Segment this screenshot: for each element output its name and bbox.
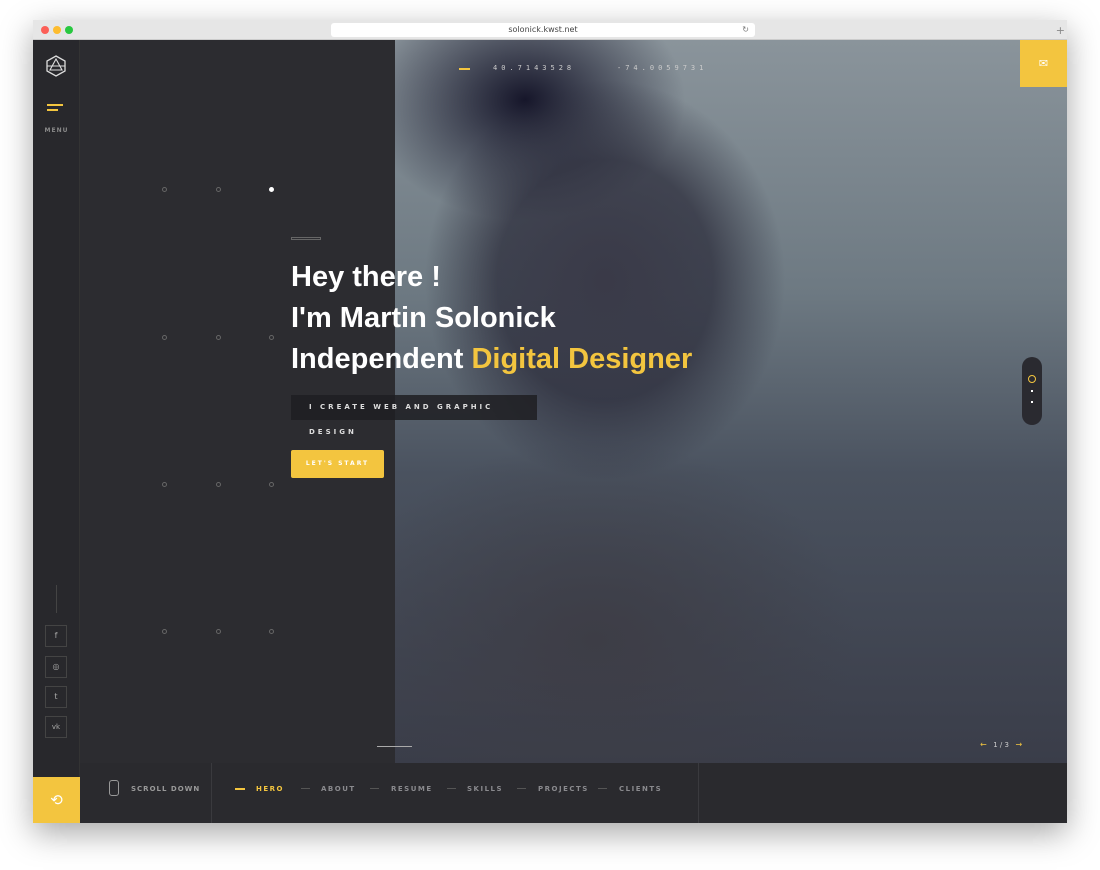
- grid-dot: [269, 335, 274, 340]
- address-bar[interactable]: solonick.kwst.net ↻: [331, 23, 755, 37]
- hero-line-1: Hey there !: [291, 261, 441, 293]
- browser-chrome: solonick.kwst.net ↻ +: [33, 20, 1067, 40]
- bottom-bar: SCROLL DOWN HERO ABOUT RESUME SKILLS PRO…: [80, 763, 1067, 823]
- scroll-down[interactable]: SCROLL DOWN: [80, 763, 212, 823]
- slide-dot[interactable]: [1031, 390, 1033, 392]
- lets-start-button[interactable]: LET'S START: [291, 450, 384, 478]
- nav-hero[interactable]: HERO: [256, 785, 284, 793]
- grid-dot: [269, 187, 274, 192]
- share-button[interactable]: ⟲: [33, 777, 80, 823]
- grid-dot: [216, 629, 221, 634]
- hero-subtitle: I CREATE WEB AND GRAPHIC DESIGN: [291, 395, 537, 436]
- sidebar: MENU f ◎ t vk ⟲: [33, 40, 80, 823]
- new-tab-icon[interactable]: +: [1056, 24, 1065, 37]
- hero-line-3: Independent: [291, 343, 472, 375]
- scroll-down-label: SCROLL DOWN: [131, 785, 201, 793]
- minimize-icon[interactable]: [53, 26, 61, 34]
- divider: [56, 585, 57, 613]
- logo-icon[interactable]: [46, 55, 66, 77]
- menu-label: MENU: [44, 127, 69, 134]
- hero-line-2: I'm Martin Solonick: [291, 302, 556, 334]
- contact-button[interactable]: ✉: [1020, 40, 1067, 87]
- close-icon[interactable]: [41, 26, 49, 34]
- divider: [698, 763, 699, 823]
- nav-clients[interactable]: CLIENTS: [619, 785, 662, 793]
- reload-icon[interactable]: ↻: [742, 23, 749, 37]
- browser-window: solonick.kwst.net ↻ + MENU f ◎ t vk ⟲ 40.…: [33, 20, 1067, 823]
- instagram-icon[interactable]: ◎: [45, 656, 67, 678]
- url-text: solonick.kwst.net: [508, 25, 578, 34]
- latitude: 40.7143528: [493, 64, 576, 72]
- mouse-icon: [109, 780, 119, 796]
- nav-resume[interactable]: RESUME: [391, 785, 433, 793]
- grid-dot: [269, 629, 274, 634]
- grid-dot: [216, 335, 221, 340]
- menu-button[interactable]: [47, 104, 63, 111]
- hero-accent: Digital Designer: [471, 343, 693, 375]
- hamburger-icon: [47, 104, 63, 106]
- grid-dot: [216, 482, 221, 487]
- slide-dot-active[interactable]: [1028, 375, 1036, 383]
- nav-skills[interactable]: SKILLS: [467, 785, 503, 793]
- hero-decor-line: [291, 237, 321, 240]
- grid-dot: [162, 335, 167, 340]
- crop-icon: ⟲: [50, 791, 63, 809]
- grid-dot: [269, 482, 274, 487]
- twitter-icon[interactable]: t: [45, 686, 67, 708]
- longitude: -74.0059731: [617, 64, 708, 72]
- envelope-icon: ✉: [1038, 57, 1049, 70]
- nav-projects[interactable]: PROJECTS: [538, 785, 589, 793]
- slide-dots: [1022, 357, 1042, 425]
- slide-dot[interactable]: [1031, 401, 1033, 403]
- vk-icon[interactable]: vk: [45, 716, 67, 738]
- hero-heading: Hey there ! I'm Martin Solonick Independ…: [291, 257, 692, 380]
- prev-arrow-icon[interactable]: ←: [980, 740, 987, 749]
- maximize-icon[interactable]: [65, 26, 73, 34]
- grid-dot: [216, 187, 221, 192]
- nav-about[interactable]: ABOUT: [321, 785, 356, 793]
- grid-dot: [162, 629, 167, 634]
- grid-dot: [162, 187, 167, 192]
- grid-dot: [162, 482, 167, 487]
- coords-marker: [459, 68, 470, 70]
- divider: [377, 746, 412, 747]
- slide-counter: 1 / 3: [993, 741, 1009, 749]
- next-arrow-icon[interactable]: →: [1016, 740, 1023, 749]
- facebook-icon[interactable]: f: [45, 625, 67, 647]
